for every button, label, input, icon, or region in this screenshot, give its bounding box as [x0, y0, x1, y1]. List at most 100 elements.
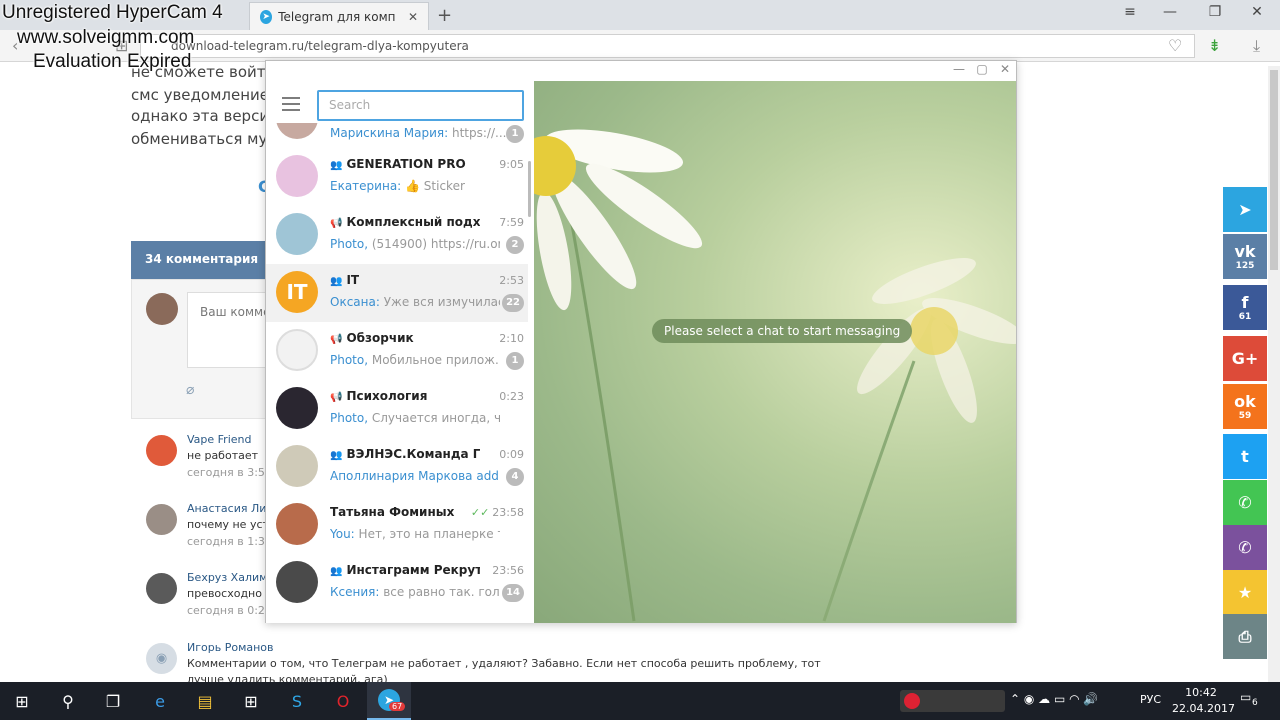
- chat-time-text: 23:56: [492, 564, 524, 577]
- favorite-icon[interactable]: ♡: [1168, 36, 1182, 55]
- search-input[interactable]: Search: [317, 90, 524, 121]
- watermark-line: www.solveigmm.com: [17, 27, 195, 48]
- chat-title-text: GENERATION PRO: [346, 157, 466, 171]
- language-indicator[interactable]: РУС: [1140, 693, 1161, 706]
- extension-icon[interactable]: ⇟: [1208, 36, 1221, 55]
- attach-icon[interactable]: ⌀: [186, 382, 194, 398]
- close-window-icon[interactable]: ✕: [1237, 4, 1277, 20]
- edge-icon[interactable]: e: [138, 682, 182, 720]
- telegram-icon: ➤: [1238, 200, 1252, 219]
- chat-preview: Марискина Мария: https://...: [330, 126, 507, 140]
- chat-title-text: Комплексный подход ...: [346, 215, 480, 229]
- hub-icon[interactable]: ≡: [1110, 4, 1150, 20]
- recorder-controls[interactable]: [900, 690, 1005, 712]
- record-icon[interactable]: [904, 693, 920, 709]
- tab-telegram[interactable]: ➤ Telegram для компьютера ✕: [249, 2, 429, 30]
- list-item[interactable]: 📢 Обзорчик 2:10 Photo, Мобильное прилож... 1: [266, 322, 528, 380]
- watermark-line: Evaluation Expired: [33, 51, 192, 72]
- minimize-icon[interactable]: —: [948, 62, 970, 76]
- chat-preview: Photo, (514900) https://ru.ori...: [330, 237, 500, 251]
- chat-title: 📢 Психология: [330, 389, 480, 403]
- share-vk-button[interactable]: vk 125: [1223, 234, 1267, 279]
- google-plus-icon: G+: [1231, 349, 1259, 368]
- comment-text: не работает: [187, 449, 259, 462]
- chat-preview-sender: Ксения:: [330, 585, 380, 599]
- comment-time: сегодня в 1:38: [187, 535, 272, 548]
- list-item[interactable]: Татьяна Фоминых ✓✓ 23:58 You: Нет, это на п…: [266, 496, 528, 554]
- chat-preview-sender: You:: [330, 527, 355, 541]
- chat-time-text: 0:23: [499, 390, 524, 403]
- chat-preview-text: все равно так. голо...: [383, 585, 500, 599]
- odnoklassniki-icon: ok: [1234, 392, 1256, 411]
- skype-icon[interactable]: S: [275, 682, 319, 720]
- close-icon[interactable]: ✕: [994, 62, 1016, 76]
- telegram-unread-badge: 67: [389, 702, 406, 711]
- menu-icon[interactable]: [282, 97, 300, 111]
- list-item[interactable]: IT👥IT2:53Оксана: Уже вся измучилас...22: [266, 264, 528, 322]
- list-item[interactable]: Марискина Мария: https://... 1: [266, 123, 528, 143]
- list-item[interactable]: 📢Комплексный подход ... 7:59 Photo, (51490…: [266, 206, 528, 264]
- comment-text: Комментарии о том, что Телеграм не работ…: [187, 657, 821, 670]
- list-item[interactable]: 📢 Психология 0:23 Photo, Случается иногда, …: [266, 380, 528, 438]
- opera-icon[interactable]: O: [321, 682, 365, 720]
- share-facebook-button[interactable]: f 61: [1223, 285, 1267, 330]
- search-icon[interactable]: ⚲: [46, 682, 90, 720]
- favorite-button[interactable]: ★: [1223, 570, 1267, 615]
- avatar: [146, 293, 178, 325]
- chat-time: 0:23: [499, 390, 524, 403]
- restore-icon[interactable]: ❐: [1195, 4, 1235, 20]
- twitter-icon: t: [1241, 447, 1249, 466]
- share-twitter-button[interactable]: t: [1223, 434, 1267, 479]
- chat-title: 📢Комплексный подход ...: [330, 215, 480, 229]
- comment-author[interactable]: Vape Friend: [187, 433, 252, 446]
- whatsapp-icon: ✆: [1238, 493, 1252, 512]
- chat-time-text: 0:09: [499, 448, 524, 461]
- new-tab-button[interactable]: +: [437, 5, 452, 26]
- chat-preview-text: (514900) https://ru.ori...: [371, 237, 500, 251]
- avatar: IT: [276, 271, 318, 313]
- url-field[interactable]: download-telegram.ru/telegram-dlya-kompy…: [140, 34, 1195, 58]
- tray-icons[interactable]: ⌃ ◉ ☁ ▭ ◠ 🔊: [1010, 692, 1098, 706]
- share-odnoklassniki-button[interactable]: ok 59: [1223, 384, 1267, 429]
- avatar: [276, 387, 318, 429]
- telegram-taskbar-button[interactable]: ➤ 67: [367, 682, 411, 720]
- article-line: обмениваться мул: [131, 130, 277, 148]
- share-google-plus-button[interactable]: G+: [1223, 336, 1267, 381]
- maximize-icon[interactable]: ▢: [971, 62, 993, 76]
- chat-preview-sender: Photo,: [330, 237, 369, 251]
- list-item[interactable]: 👥 GENERATION PRO 9:05 Екатерина: 👍 Sticker: [266, 148, 528, 206]
- comment-text: лучше удалить комментарий, ага): [187, 673, 388, 682]
- chat-time-text: 7:59: [499, 216, 524, 229]
- comment-author[interactable]: Игорь Романов: [187, 641, 274, 654]
- chat-preview-sender: Екатерина:: [330, 179, 402, 193]
- list-item[interactable]: 👥Инстаграмм Рекрути... 23:56 Ксения: все р…: [266, 554, 528, 612]
- minimize-icon[interactable]: —: [1150, 4, 1190, 20]
- list-item[interactable]: 👥ВЭЛНЭС.Команда Геф... 0:09 Аполлинария Ма…: [266, 438, 528, 496]
- store-icon[interactable]: ⊞: [229, 682, 273, 720]
- select-chat-message: Please select a chat to start messaging: [652, 319, 913, 343]
- avatar: [276, 213, 318, 255]
- windows-start-icon[interactable]: ⊞: [0, 682, 44, 720]
- chat-time: 2:53: [499, 274, 524, 287]
- watermark-line: Unregistered HyperCam 4: [2, 2, 223, 23]
- chat-time-text: 9:05: [499, 158, 524, 171]
- chat-title-text: ВЭЛНЭС.Команда Геф...: [346, 447, 480, 461]
- clock[interactable]: 10:42 22.04.2017: [1172, 685, 1235, 717]
- print-button[interactable]: ⎙: [1223, 614, 1267, 659]
- share-viber-button[interactable]: ✆: [1223, 525, 1267, 570]
- chat-preview: You: Нет, это на планерке тебя в...: [330, 527, 500, 541]
- notifications-icon[interactable]: ▭ 6: [1240, 690, 1264, 712]
- folder-icon[interactable]: ▤: [183, 682, 227, 720]
- chat-title-text: Татьяна Фоминых: [330, 505, 455, 519]
- chat-preview: Оксана: Уже вся измучилас...: [330, 295, 500, 309]
- task-view-icon[interactable]: ❐: [91, 682, 135, 720]
- share-telegram-button[interactable]: ➤: [1223, 187, 1267, 232]
- comment-author[interactable]: Бехруз Халим: [187, 571, 267, 584]
- chat-list-scrollbar[interactable]: [528, 161, 531, 217]
- comment-author[interactable]: Анастасия Лис: [187, 502, 272, 515]
- share-whatsapp-button[interactable]: ✆: [1223, 480, 1267, 525]
- page-scrollbar-thumb[interactable]: [1270, 70, 1278, 270]
- download-icon[interactable]: ⤓: [1253, 36, 1260, 56]
- article-line: однако эта версия: [131, 107, 279, 125]
- close-tab-icon[interactable]: ✕: [408, 10, 418, 24]
